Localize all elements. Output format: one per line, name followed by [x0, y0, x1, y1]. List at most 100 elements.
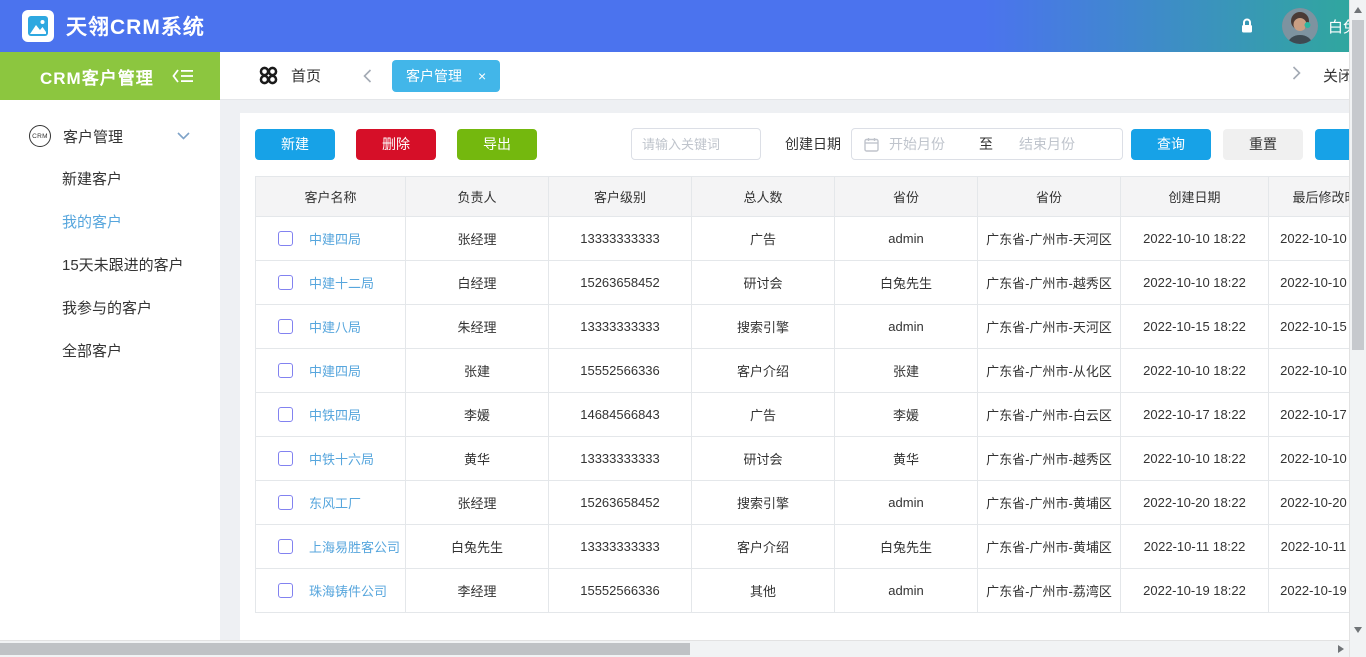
home-breadcrumb[interactable]: 首页 — [258, 65, 321, 86]
row-checkbox[interactable] — [278, 319, 293, 334]
app-logo — [22, 10, 54, 42]
cell-total: 客户介绍 — [692, 349, 835, 393]
sidebar-sub-item[interactable]: 我的客户 — [0, 201, 220, 244]
sidebar-sub-item[interactable]: 15天未跟进的客户 — [0, 244, 220, 287]
customer-name-link[interactable]: 中铁四局 — [309, 405, 361, 424]
cell-total: 搜索引擎 — [692, 305, 835, 349]
scroll-down-arrow[interactable] — [1354, 627, 1362, 633]
menu-fold-icon[interactable] — [172, 68, 194, 84]
close-tabs-button[interactable]: 关闭 — [1323, 65, 1349, 86]
cell-total: 广告 — [692, 393, 835, 437]
customer-name-link[interactable]: 珠海铸件公司 — [309, 581, 387, 600]
cell-modified: 2022-10-20 18:22 — [1269, 481, 1350, 525]
toolbar: 新建 删除 导出 创建日期 开始月份 至 结束月份 查询 — [255, 128, 1334, 160]
customer-name-link[interactable]: 中建十二局 — [309, 273, 374, 292]
cell-province-2: 广东省-广州市-天河区 — [978, 305, 1121, 349]
vertical-scrollbar-thumb[interactable] — [1352, 20, 1364, 350]
row-checkbox[interactable] — [278, 231, 293, 246]
date-separator: 至 — [979, 134, 993, 154]
cell-province-2: 广东省-广州市-黄埔区 — [978, 481, 1121, 525]
cell-owner: 张经理 — [406, 217, 549, 261]
chevron-right-icon[interactable] — [1292, 66, 1301, 85]
lock-icon[interactable] — [1238, 17, 1256, 35]
row-checkbox[interactable] — [278, 275, 293, 290]
cell-owner: 李经理 — [406, 569, 549, 613]
delete-button[interactable]: 删除 — [356, 129, 436, 160]
new-button[interactable]: 新建 — [255, 129, 335, 160]
sidebar-sub-item[interactable]: 新建客户 — [0, 158, 220, 201]
tab-customer-management[interactable]: 客户管理 × — [392, 60, 500, 92]
cell-created: 2022-10-15 18:22 — [1121, 305, 1269, 349]
row-checkbox[interactable] — [278, 363, 293, 378]
calendar-icon — [864, 137, 879, 152]
sidebar-group-customer-mgmt[interactable]: CRM 客户管理 — [0, 114, 220, 158]
date-range-picker[interactable]: 开始月份 至 结束月份 — [851, 128, 1123, 160]
cell-created: 2022-10-10 18:22 — [1121, 217, 1269, 261]
end-month-placeholder[interactable]: 结束月份 — [1019, 134, 1075, 154]
cell-owner: 白经理 — [406, 261, 549, 305]
customer-name-link[interactable]: 中建四局 — [309, 229, 361, 248]
cell-province-1: 黄华 — [835, 437, 978, 481]
row-checkbox[interactable] — [278, 495, 293, 510]
sidebar-title: CRM客户管理 — [40, 64, 154, 89]
cell-total: 客户介绍 — [692, 525, 835, 569]
table-row: 中铁十六局 黄华 13333333333 研讨会 黄华 广东省-广州市-越秀区 … — [256, 437, 1350, 481]
crm-circle-icon: CRM — [29, 125, 51, 147]
top-navbar: 天翎CRM系统 白兔先生 — [0, 0, 1366, 52]
cell-province-1: 张建 — [835, 349, 978, 393]
cell-province-1: 李媛 — [835, 393, 978, 437]
sidebar-sub-item[interactable]: 全部客户 — [0, 330, 220, 373]
table-header-row: 客户名称 负责人 客户级别 总人数 省份 省份 创建日期 — [256, 177, 1350, 217]
tab-close-icon[interactable]: × — [478, 69, 486, 83]
main-region: 首页 客户管理 × 关闭 新建 删除 导出 创建日期 — [220, 52, 1349, 640]
customer-table: 客户名称 负责人 客户级别 总人数 省份 省份 创建日期 — [255, 176, 1349, 613]
cell-level: 15552566336 — [549, 569, 692, 613]
cell-created: 2022-10-19 18:22 — [1121, 569, 1269, 613]
sidebar: CRM客户管理 CRM 客户管理 新建客户 我的客户 15天未跟进的客户 我参与… — [0, 52, 220, 640]
sidebar-sub-item[interactable]: 我参与的客户 — [0, 287, 220, 330]
cell-created: 2022-10-10 18:22 — [1121, 261, 1269, 305]
cell-modified: 2022-10-17 18:22 — [1269, 393, 1350, 437]
row-checkbox[interactable] — [278, 583, 293, 598]
keyword-search-input[interactable] — [631, 128, 761, 160]
row-checkbox[interactable] — [278, 407, 293, 422]
horizontal-scrollbar[interactable] — [0, 640, 1349, 657]
customer-name-link[interactable]: 中建四局 — [309, 361, 361, 380]
scroll-up-arrow[interactable] — [1354, 7, 1362, 13]
content-area: 新建 删除 导出 创建日期 开始月份 至 结束月份 查询 — [220, 100, 1349, 640]
scroll-right-arrow[interactable] — [1338, 645, 1344, 653]
start-month-placeholder[interactable]: 开始月份 — [889, 134, 945, 154]
row-checkbox[interactable] — [278, 451, 293, 466]
column-header: 最后修改时间 — [1269, 177, 1350, 217]
tab-label: 客户管理 — [406, 66, 462, 86]
cell-created: 2022-10-20 18:22 — [1121, 481, 1269, 525]
column-header: 负责人 — [406, 177, 549, 217]
chevron-down-icon — [177, 132, 190, 140]
export-button[interactable]: 导出 — [457, 129, 537, 160]
query-button[interactable]: 查询 — [1131, 129, 1211, 160]
cell-owner: 朱经理 — [406, 305, 549, 349]
clipped-action-button[interactable] — [1315, 129, 1349, 160]
user-avatar[interactable] — [1282, 8, 1318, 44]
cell-level: 13333333333 — [549, 525, 692, 569]
customer-name-link[interactable]: 中铁十六局 — [309, 449, 374, 468]
row-checkbox[interactable] — [278, 539, 293, 554]
cell-province-1: admin — [835, 305, 978, 349]
table-row: 中建四局 张经理 13333333333 广告 admin 广东省-广州市-天河… — [256, 217, 1350, 261]
customer-name-link[interactable]: 中建八局 — [309, 317, 361, 336]
customer-name-link[interactable]: 上海易胜客公司 — [309, 537, 400, 556]
cell-level: 13333333333 — [549, 217, 692, 261]
cell-province-1: admin — [835, 217, 978, 261]
cell-owner: 李媛 — [406, 393, 549, 437]
cell-created: 2022-10-10 18:22 — [1121, 437, 1269, 481]
vertical-scrollbar[interactable] — [1349, 0, 1366, 657]
cell-owner: 黄华 — [406, 437, 549, 481]
customer-name-link[interactable]: 东风工厂 — [309, 493, 361, 512]
horizontal-scrollbar-thumb[interactable] — [0, 643, 690, 655]
home-label[interactable]: 首页 — [291, 65, 321, 86]
table-row: 珠海铸件公司 李经理 15552566336 其他 admin 广东省-广州市-… — [256, 569, 1350, 613]
chevron-left-icon[interactable] — [363, 69, 372, 83]
cell-province-2: 广东省-广州市-荔湾区 — [978, 569, 1121, 613]
reset-button[interactable]: 重置 — [1223, 129, 1303, 160]
table-row: 中建八局 朱经理 13333333333 搜索引擎 admin 广东省-广州市-… — [256, 305, 1350, 349]
